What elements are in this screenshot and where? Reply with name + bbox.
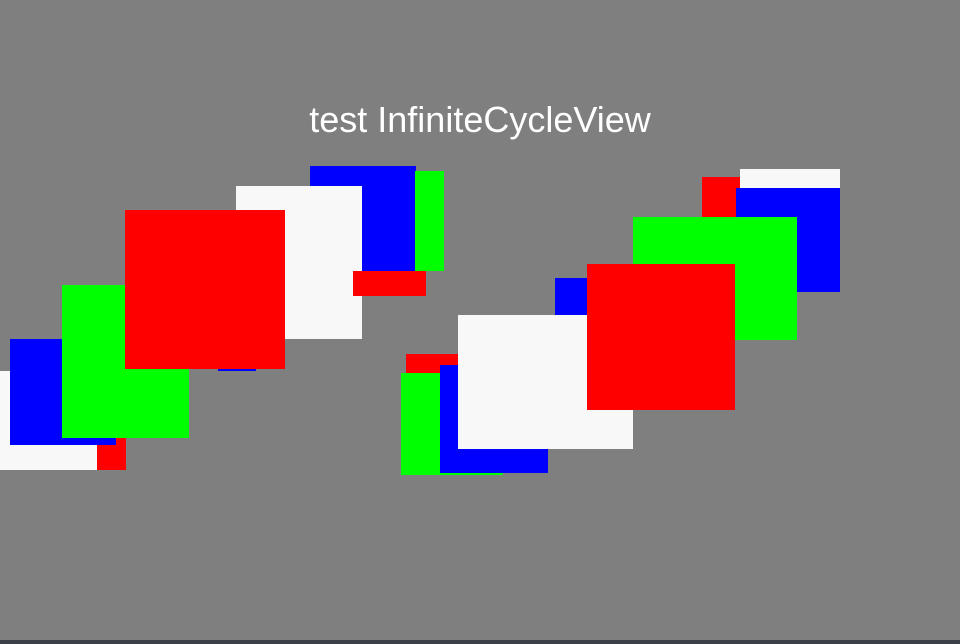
red-card[interactable] <box>587 264 735 410</box>
window-bottom-edge <box>0 640 960 644</box>
page-title: test InfiniteCycleView <box>309 99 651 140</box>
app-canvas: test InfiniteCycleView <box>0 0 960 644</box>
white-card[interactable] <box>740 169 840 188</box>
right-cycle-view[interactable] <box>0 0 960 644</box>
